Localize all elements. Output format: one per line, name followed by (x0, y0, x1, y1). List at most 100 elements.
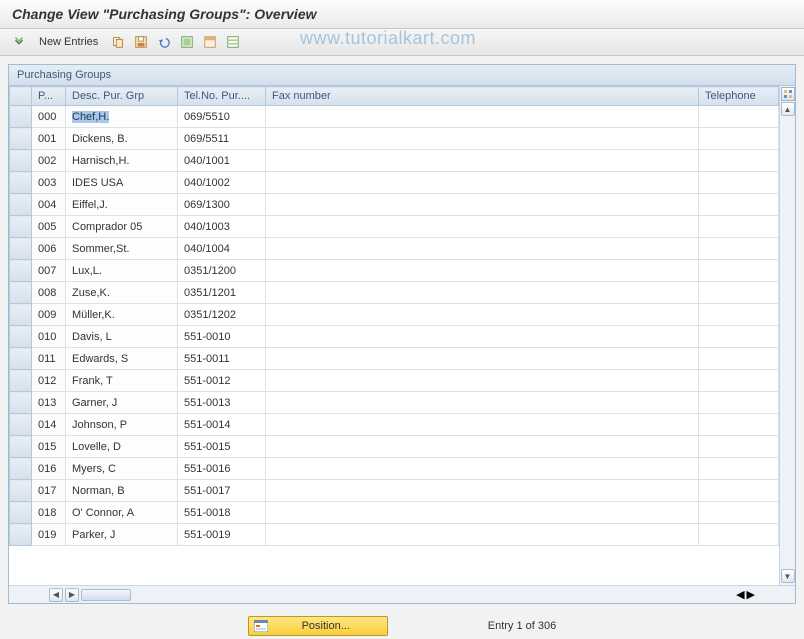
cell-code[interactable]: 008 (32, 282, 66, 304)
cell-phone[interactable] (699, 348, 779, 370)
cell-code[interactable]: 003 (32, 172, 66, 194)
horizontal-scrollbar[interactable]: ◀ ▶ ◀ ▶ (9, 585, 795, 603)
row-selector[interactable] (10, 524, 32, 546)
cell-tel[interactable]: 551-0015 (178, 436, 266, 458)
column-header-tel[interactable]: Tel.No. Pur.... (178, 87, 266, 106)
select-all-icon[interactable] (178, 33, 196, 51)
row-selector[interactable] (10, 370, 32, 392)
cell-code[interactable]: 009 (32, 304, 66, 326)
column-header-select[interactable] (10, 87, 32, 106)
cell-fax[interactable] (266, 282, 699, 304)
cell-phone[interactable] (699, 524, 779, 546)
cell-fax[interactable] (266, 106, 699, 128)
row-selector[interactable] (10, 128, 32, 150)
cell-phone[interactable] (699, 458, 779, 480)
cell-phone[interactable] (699, 414, 779, 436)
cell-desc[interactable]: Comprador 05 (66, 216, 178, 238)
scroll-left-end-icon[interactable]: ◀ (736, 588, 744, 601)
cell-tel[interactable]: 551-0011 (178, 348, 266, 370)
cell-phone[interactable] (699, 326, 779, 348)
cell-fax[interactable] (266, 216, 699, 238)
cell-tel[interactable]: 551-0016 (178, 458, 266, 480)
cell-fax[interactable] (266, 260, 699, 282)
position-button[interactable]: Position... (248, 616, 388, 636)
cell-desc[interactable]: Johnson, P (66, 414, 178, 436)
cell-phone[interactable] (699, 502, 779, 524)
table-row[interactable]: 019Parker, J551-0019 (10, 524, 779, 546)
row-selector[interactable] (10, 348, 32, 370)
cell-tel[interactable]: 551-0018 (178, 502, 266, 524)
save-icon[interactable] (132, 33, 150, 51)
cell-desc[interactable]: Zuse,K. (66, 282, 178, 304)
cell-desc[interactable]: Chef,H. (66, 106, 178, 128)
row-selector[interactable] (10, 436, 32, 458)
cell-phone[interactable] (699, 216, 779, 238)
cell-fax[interactable] (266, 436, 699, 458)
cell-code[interactable]: 019 (32, 524, 66, 546)
table-row[interactable]: 011Edwards, S551-0011 (10, 348, 779, 370)
copy-icon[interactable] (109, 33, 127, 51)
vscroll-track[interactable] (780, 117, 795, 568)
row-selector[interactable] (10, 260, 32, 282)
cell-code[interactable]: 012 (32, 370, 66, 392)
table-row[interactable]: 003IDES USA040/1002 (10, 172, 779, 194)
table-row[interactable]: 004Eiffel,J.069/1300 (10, 194, 779, 216)
row-selector[interactable] (10, 326, 32, 348)
row-selector[interactable] (10, 150, 32, 172)
table-row[interactable]: 001Dickens, B.069/5511 (10, 128, 779, 150)
cell-tel[interactable]: 551-0012 (178, 370, 266, 392)
cell-fax[interactable] (266, 502, 699, 524)
cell-code[interactable]: 013 (32, 392, 66, 414)
cell-code[interactable]: 000 (32, 106, 66, 128)
cell-tel[interactable]: 040/1002 (178, 172, 266, 194)
cell-tel[interactable]: 0351/1201 (178, 282, 266, 304)
cell-desc[interactable]: Myers, C (66, 458, 178, 480)
row-selector[interactable] (10, 414, 32, 436)
cell-code[interactable]: 004 (32, 194, 66, 216)
cell-fax[interactable] (266, 392, 699, 414)
row-selector[interactable] (10, 172, 32, 194)
cell-desc[interactable]: Edwards, S (66, 348, 178, 370)
deselect-all-icon[interactable] (224, 33, 242, 51)
scroll-right-end-icon[interactable]: ▶ (747, 588, 755, 601)
undo-icon[interactable] (155, 33, 173, 51)
row-selector[interactable] (10, 216, 32, 238)
table-settings-icon[interactable] (781, 87, 795, 101)
table-row[interactable]: 005Comprador 05040/1003 (10, 216, 779, 238)
cell-phone[interactable] (699, 282, 779, 304)
table-row[interactable]: 012Frank, T551-0012 (10, 370, 779, 392)
table-row[interactable]: 009Müller,K.0351/1202 (10, 304, 779, 326)
cell-tel[interactable]: 0351/1202 (178, 304, 266, 326)
row-selector[interactable] (10, 106, 32, 128)
row-selector[interactable] (10, 458, 32, 480)
cell-tel[interactable]: 069/5511 (178, 128, 266, 150)
cell-phone[interactable] (699, 392, 779, 414)
table-row[interactable]: 013Garner, J551-0013 (10, 392, 779, 414)
table-row[interactable]: 008Zuse,K.0351/1201 (10, 282, 779, 304)
cell-desc[interactable]: Parker, J (66, 524, 178, 546)
row-selector[interactable] (10, 480, 32, 502)
cell-tel[interactable]: 069/1300 (178, 194, 266, 216)
hscroll-thumb[interactable] (81, 589, 131, 601)
cell-fax[interactable] (266, 304, 699, 326)
cell-fax[interactable] (266, 150, 699, 172)
cell-desc[interactable]: Sommer,St. (66, 238, 178, 260)
cell-tel[interactable]: 069/5510 (178, 106, 266, 128)
table-row[interactable]: 016Myers, C551-0016 (10, 458, 779, 480)
cell-desc[interactable]: Norman, B (66, 480, 178, 502)
cell-tel[interactable]: 040/1003 (178, 216, 266, 238)
table-row[interactable]: 002Harnisch,H.040/1001 (10, 150, 779, 172)
cell-tel[interactable]: 551-0010 (178, 326, 266, 348)
row-selector[interactable] (10, 194, 32, 216)
cell-code[interactable]: 001 (32, 128, 66, 150)
cell-fax[interactable] (266, 194, 699, 216)
cell-tel[interactable]: 551-0017 (178, 480, 266, 502)
cell-phone[interactable] (699, 194, 779, 216)
cell-desc[interactable]: IDES USA (66, 172, 178, 194)
cell-fax[interactable] (266, 524, 699, 546)
vertical-scrollbar[interactable]: ▲ ▼ (779, 86, 795, 585)
cell-desc[interactable]: Frank, T (66, 370, 178, 392)
cell-code[interactable]: 015 (32, 436, 66, 458)
cell-fax[interactable] (266, 172, 699, 194)
cell-fax[interactable] (266, 326, 699, 348)
